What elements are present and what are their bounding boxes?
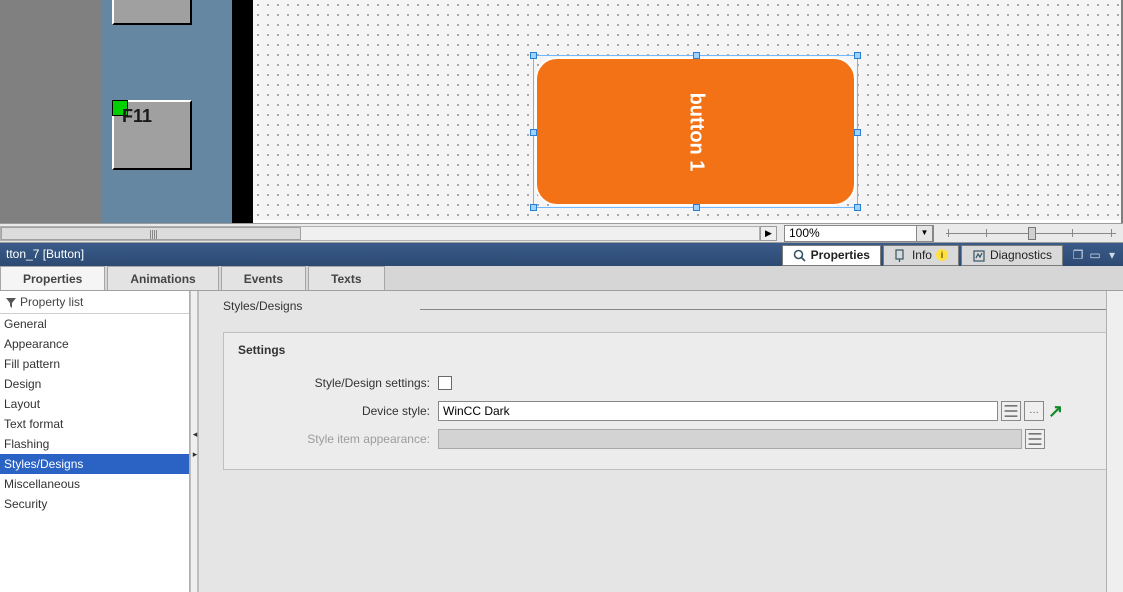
h-scrollbar-grip (150, 230, 158, 239)
diagnostics-icon (972, 248, 986, 262)
panel-tab-diagnostics-label: Diagnostics (990, 244, 1052, 267)
h-scrollbar-right-button[interactable]: ▶ (760, 226, 777, 241)
zoom-slider-knob[interactable] (1028, 227, 1036, 240)
device-style-browse-button[interactable]: … (1024, 401, 1044, 421)
subtab-animations[interactable]: Animations (107, 266, 218, 290)
property-item-styles-designs[interactable]: Styles/Designs (0, 454, 189, 474)
panel-tab-info[interactable]: Info i (883, 245, 959, 266)
selected-object[interactable]: button 1 (533, 55, 858, 208)
resize-handle-bl[interactable] (530, 204, 537, 211)
zoom-dropdown-button[interactable]: ▼ (916, 225, 933, 242)
device-style-list-button[interactable] (1001, 401, 1021, 421)
h-scrollbar[interactable] (0, 226, 760, 241)
orange-button-label: button 1 (684, 92, 707, 171)
selected-object-label: tton_7 [Button] (6, 247, 84, 261)
maximize-window-icon[interactable]: ▭ (1088, 248, 1102, 262)
key-f11-label: F11 (122, 106, 152, 127)
property-item-appearance[interactable]: Appearance (0, 334, 189, 354)
zoom-tick (1072, 229, 1073, 237)
splitter[interactable]: ◂ ▸ (190, 291, 198, 592)
restore-window-icon[interactable]: ❐ (1071, 248, 1085, 262)
resize-handle-tl[interactable] (530, 52, 537, 59)
device-style-goto-icon[interactable]: ↗ (1048, 401, 1063, 421)
zoom-tick (986, 229, 987, 237)
property-list-header[interactable]: Property list (0, 291, 189, 314)
row-device-style: Device style: WinCC Dark … ↗ (238, 397, 1094, 425)
label-style-item-appearance: Style item appearance: (238, 432, 438, 446)
resize-handle-mr[interactable] (854, 129, 861, 136)
property-item-general[interactable]: General (0, 314, 189, 334)
label-device-style: Device style: (238, 404, 438, 418)
inspector-window-buttons: ❐ ▭ ▾ (1071, 248, 1119, 262)
property-list-header-label: Property list (20, 295, 83, 309)
section-title: Styles/Designs (223, 299, 302, 313)
settings-group: Settings Style/Design settings: Device s… (223, 332, 1109, 470)
input-style-item-appearance (438, 429, 1022, 449)
zoom-slider[interactable] (946, 227, 1116, 240)
panel-tab-diagnostics[interactable]: Diagnostics (961, 245, 1063, 266)
inspector-body: Property list GeneralAppearanceFill patt… (0, 291, 1123, 592)
zoom-tick (948, 229, 949, 237)
collapse-window-icon[interactable]: ▾ (1105, 248, 1119, 262)
style-item-appearance-list-button[interactable] (1025, 429, 1045, 449)
orange-button[interactable]: button 1 (535, 57, 856, 206)
key-f11[interactable]: F11 (112, 100, 192, 170)
label-style-design-settings: Style/Design settings: (238, 376, 438, 390)
design-canvas[interactable]: F9 F11 button 1 (0, 0, 1123, 223)
inspector-subtabs: Properties Animations Events Texts (0, 266, 1123, 291)
info-pin-icon (894, 248, 908, 262)
panel-tab-properties[interactable]: Properties (782, 245, 881, 266)
property-detail-pane: Styles/Designs Settings Style/Design set… (198, 291, 1123, 592)
property-item-miscellaneous[interactable]: Miscellaneous (0, 474, 189, 494)
canvas-footer-bar: ▶ 100% ▼ (0, 223, 1123, 243)
inspector-panel-tabs: Properties Info i Diagnostics ❐ ▭ ▾ (782, 243, 1119, 266)
settings-group-title: Settings (238, 343, 1094, 357)
property-item-design[interactable]: Design (0, 374, 189, 394)
resize-handle-bm[interactable] (693, 204, 700, 211)
panel-tab-properties-label: Properties (811, 244, 870, 267)
property-item-flashing[interactable]: Flashing (0, 434, 189, 454)
property-list: Property list GeneralAppearanceFill patt… (0, 291, 190, 592)
zoom-value-field[interactable]: 100% (784, 225, 934, 242)
canvas-black-strip (232, 0, 253, 223)
row-style-design-settings: Style/Design settings: (238, 369, 1094, 397)
key-f9[interactable]: F9 (112, 0, 192, 25)
property-item-layout[interactable]: Layout (0, 394, 189, 414)
property-item-text-format[interactable]: Text format (0, 414, 189, 434)
panel-tab-info-label: Info (912, 244, 932, 267)
row-style-item-appearance: Style item appearance: (238, 425, 1094, 453)
property-item-fill-pattern[interactable]: Fill pattern (0, 354, 189, 374)
zoom-tick (1111, 229, 1112, 237)
property-list-items: GeneralAppearanceFill patternDesignLayou… (0, 314, 189, 514)
section-rule (420, 309, 1117, 310)
checkbox-style-design-settings[interactable] (438, 376, 452, 390)
property-item-security[interactable]: Security (0, 494, 189, 514)
resize-handle-br[interactable] (854, 204, 861, 211)
magnifier-icon (793, 248, 807, 262)
h-scrollbar-thumb[interactable] (1, 227, 301, 240)
subtab-events[interactable]: Events (221, 266, 306, 290)
resize-handle-tr[interactable] (854, 52, 861, 59)
subtab-properties[interactable]: Properties (0, 266, 105, 290)
detail-pane-v-scrollbar[interactable] (1106, 291, 1123, 592)
inspector-title-bar: tton_7 [Button] Properties Info i Diagno… (0, 243, 1123, 266)
subtab-texts[interactable]: Texts (308, 266, 384, 290)
info-badge-icon: i (936, 249, 948, 261)
input-device-style[interactable]: WinCC Dark (438, 401, 998, 421)
resize-handle-ml[interactable] (530, 129, 537, 136)
resize-handle-tm[interactable] (693, 52, 700, 59)
filter-icon (6, 297, 16, 307)
